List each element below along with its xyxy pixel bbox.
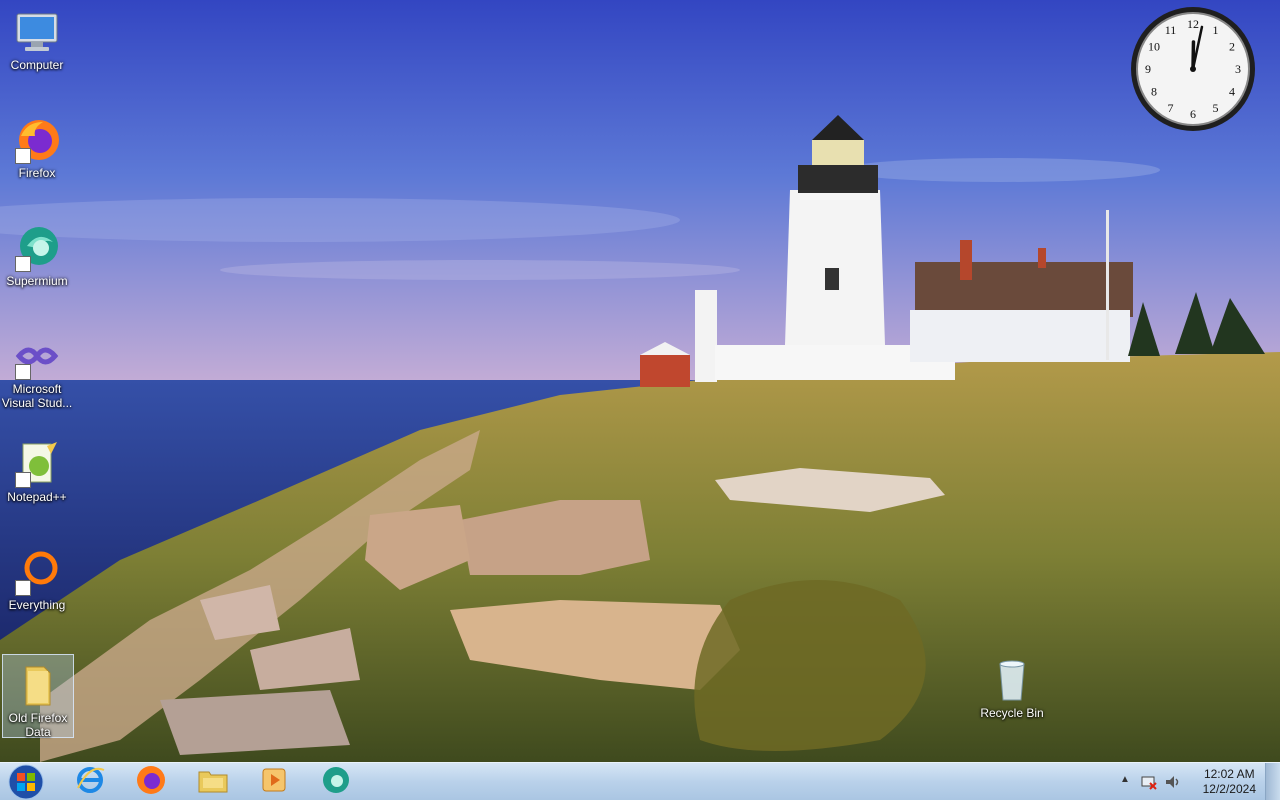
network-icon[interactable] (1140, 773, 1158, 796)
clock-number: 1 (1213, 23, 1219, 37)
desktop-icon-label: Notepad++ (7, 490, 67, 504)
desktop-icon-computer[interactable]: Computer (0, 2, 74, 72)
clock-gadget[interactable]: 12 1234567891011 (1130, 6, 1256, 132)
desktop-icon-recycle-bin[interactable]: Recycle Bin (975, 650, 1049, 720)
shortcut-arrow-icon (15, 148, 31, 164)
desktop[interactable]: Computer Firefox Supermium Microsoft Vis… (0, 0, 1280, 800)
clock-number: 7 (1168, 101, 1174, 115)
desktop-icon-everything[interactable]: Everything (0, 542, 74, 612)
volume-icon[interactable] (1164, 773, 1182, 796)
clock-number: 6 (1190, 107, 1196, 121)
clock-number: 8 (1151, 85, 1157, 99)
taskbar-time: 12:02 AM (1203, 767, 1255, 781)
visual-studio-icon (13, 332, 61, 380)
desktop-icon-label: Firefox (18, 166, 56, 180)
clock-number: 9 (1145, 62, 1151, 76)
taskbar-supermium[interactable] (308, 765, 364, 799)
desktop-icon-label: Computer (10, 58, 64, 72)
desktop-icon-supermium[interactable]: Supermium (0, 218, 74, 288)
shortcut-arrow-icon (15, 472, 31, 488)
firefox-icon (135, 764, 167, 800)
clock-number: 5 (1213, 101, 1219, 115)
everything-icon (13, 548, 61, 596)
start-button[interactable] (6, 764, 46, 800)
taskbar-internet-explorer[interactable] (62, 765, 118, 799)
shortcut-arrow-icon (15, 364, 31, 380)
internet-explorer-icon (74, 764, 106, 800)
clock-number: 4 (1229, 85, 1235, 99)
recycle-bin-icon (988, 656, 1036, 704)
desktop-icon-old-firefox-data[interactable]: Old Firefox Data (2, 654, 74, 739)
taskbar-firefox[interactable] (123, 765, 179, 799)
shortcut-arrow-icon (15, 256, 31, 272)
clock-number: 12 (1187, 17, 1199, 31)
desktop-icon-notepadpp[interactable]: Notepad++ (0, 434, 74, 504)
firefox-icon (13, 116, 61, 164)
computer-icon (13, 8, 61, 56)
desktop-icon-label: Supermium (6, 274, 68, 288)
show-desktop-button[interactable] (1265, 763, 1280, 800)
system-tray: ▲ 12:02 AM 12/2/2024 (1120, 763, 1280, 800)
desktop-icon-visual-studio[interactable]: Microsoft Visual Stud... (0, 326, 74, 410)
show-hidden-icons-icon[interactable]: ▲ (1120, 774, 1130, 785)
supermium-icon (13, 224, 61, 272)
taskbar-clock[interactable]: 12:02 AM 12/2/2024 (1203, 767, 1256, 797)
notepadpp-icon (13, 440, 61, 488)
supermium-icon (320, 764, 352, 800)
desktop-icon-label: Recycle Bin (980, 706, 1044, 720)
clock-number: 10 (1148, 40, 1160, 54)
clock-number: 2 (1229, 40, 1235, 54)
clock-number: 11 (1165, 23, 1177, 37)
desktop-icon-label: Microsoft Visual Stud... (1, 382, 73, 410)
taskbar: ▲ 12:02 AM 12/2/2024 (0, 762, 1280, 800)
desktop-icon-firefox[interactable]: Firefox (0, 110, 74, 180)
taskbar-media-player[interactable] (246, 765, 302, 799)
folder-icon (14, 661, 62, 709)
desktop-icon-label: Old Firefox Data (8, 711, 68, 739)
shortcut-arrow-icon (15, 580, 31, 596)
wallpaper (0, 0, 1280, 762)
desktop-icon-label: Everything (8, 598, 66, 612)
taskbar-date: 12/2/2024 (1202, 782, 1256, 796)
clock-number: 3 (1235, 62, 1241, 76)
media-player-icon (258, 764, 290, 800)
folder-icon (197, 764, 229, 800)
taskbar-file-explorer[interactable] (185, 765, 241, 799)
